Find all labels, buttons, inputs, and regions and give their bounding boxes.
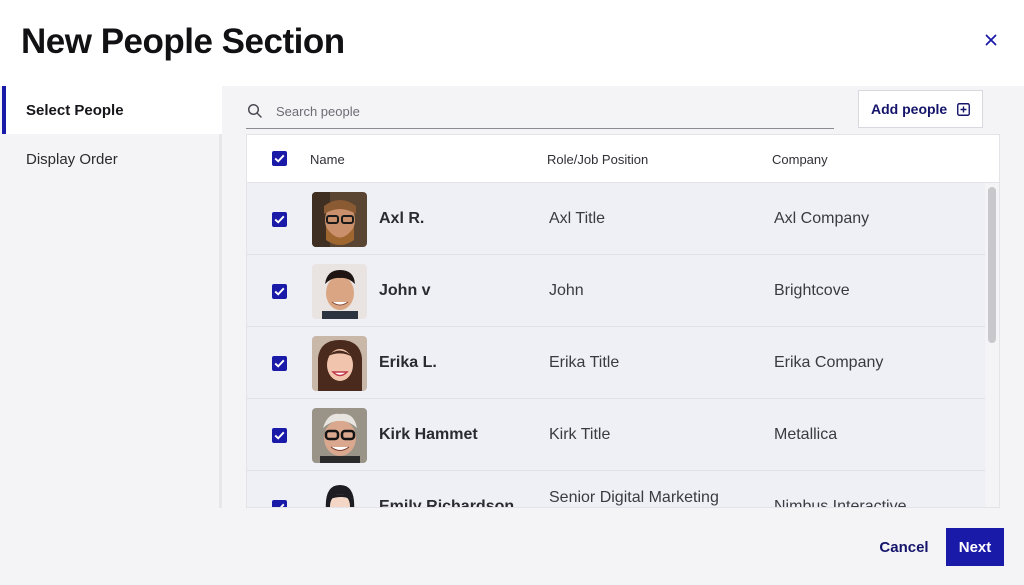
select-all-checkbox[interactable] [272, 151, 287, 166]
column-header-role[interactable]: Role/Job Position [547, 135, 648, 183]
dialog-footer: Cancel Next [0, 508, 1024, 585]
person-role: Senior Digital Marketing [549, 489, 719, 506]
search-bar [246, 94, 834, 129]
person-role: Axl Title [549, 210, 606, 227]
sidebar-item-label: Select People [26, 101, 124, 119]
table-scrollbar[interactable] [985, 183, 999, 507]
person-company: Axl Company [774, 210, 870, 227]
avatar [312, 336, 367, 391]
next-button[interactable]: Next [946, 528, 1004, 566]
person-role: John [549, 282, 584, 299]
search-input[interactable] [276, 103, 816, 119]
person-company: Nimbus Interactive [774, 498, 907, 508]
sidebar-item-label: Display Order [26, 150, 118, 168]
avatar [312, 408, 367, 463]
page-title: New People Section [21, 22, 345, 61]
person-company: Metallica [774, 426, 838, 443]
add-people-label: Add people [871, 101, 948, 117]
sidebar-item-display-order[interactable]: Display Order [2, 135, 222, 183]
person-name: Emily Richardson [379, 498, 515, 508]
row-checkbox[interactable] [272, 284, 287, 299]
search-icon [247, 103, 263, 119]
row-checkbox[interactable] [272, 428, 287, 443]
close-button[interactable] [980, 29, 1002, 51]
person-role: Kirk Title [549, 426, 611, 443]
add-box-icon [957, 102, 971, 116]
person-name: John v [379, 282, 431, 299]
add-people-button[interactable]: Add people [858, 90, 983, 128]
cancel-button[interactable]: Cancel [866, 528, 942, 566]
person-name: Axl R. [379, 210, 425, 227]
person-name: Erika L. [379, 354, 437, 371]
person-role: Erika Title [549, 354, 620, 371]
scrollbar-thumb[interactable] [988, 187, 996, 343]
check-icon [274, 359, 285, 368]
dialog-body: Select People Display Order Add people N… [0, 86, 1024, 508]
row-checkbox[interactable] [272, 212, 287, 227]
sidebar-item-select-people[interactable]: Select People [2, 86, 222, 134]
table-header: Name Role/Job Position Company [247, 135, 999, 183]
avatar [312, 192, 367, 247]
close-icon [985, 34, 997, 46]
person-name: Kirk Hammet [379, 426, 478, 443]
person-company: Brightcove [774, 282, 850, 299]
column-header-company[interactable]: Company [772, 135, 828, 183]
column-header-name[interactable]: Name [310, 135, 345, 183]
sidebar: Select People Display Order [0, 86, 222, 508]
avatar [312, 481, 367, 507]
dialog-header: New People Section [0, 0, 1024, 86]
table-row[interactable]: Kirk Hammet Kirk Title Metallica [247, 399, 985, 471]
table-row[interactable]: Erika L. Erika Title Erika Company [247, 327, 985, 399]
table-row[interactable]: John v John Brightcove [247, 255, 985, 327]
check-icon [274, 287, 285, 296]
person-company: Erika Company [774, 354, 884, 371]
row-checkbox[interactable] [272, 500, 287, 507]
table-row[interactable]: Emily Richardson Senior Digital Marketin… [247, 471, 985, 508]
people-table: Name Role/Job Position Company Axl R. Ax… [246, 134, 1000, 508]
row-checkbox[interactable] [272, 356, 287, 371]
table-row[interactable]: Axl R. Axl Title Axl Company [247, 183, 985, 255]
check-icon [274, 215, 285, 224]
avatar [312, 264, 367, 319]
check-icon [274, 431, 285, 440]
check-icon [274, 154, 285, 163]
